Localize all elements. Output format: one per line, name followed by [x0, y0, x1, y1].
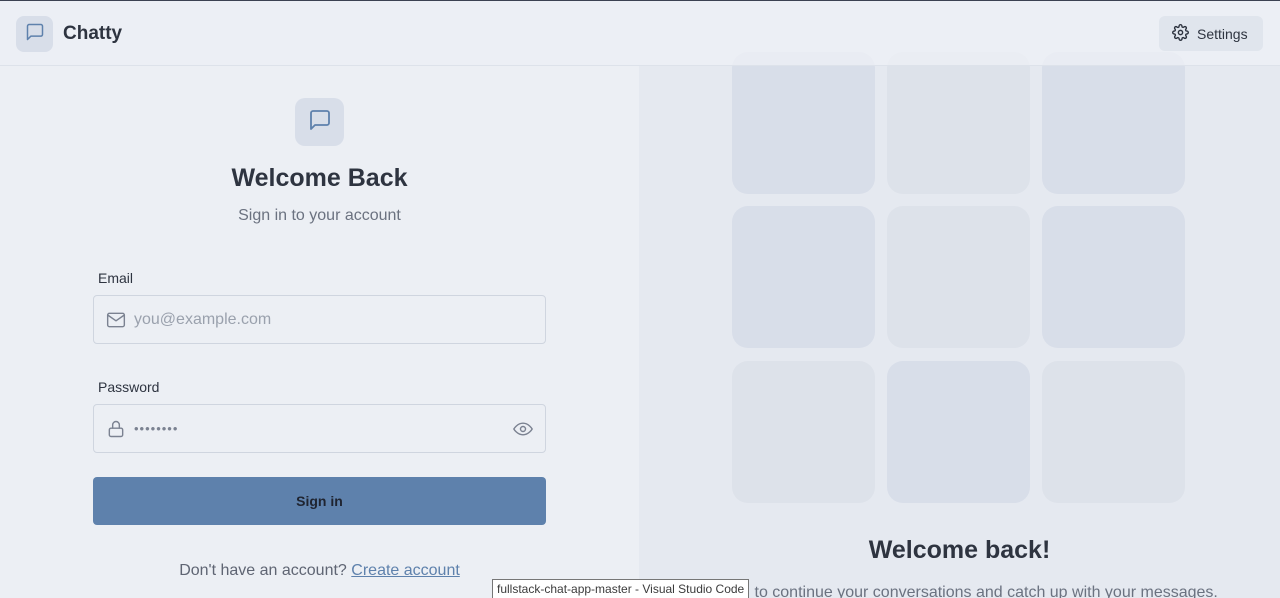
aside-title: Welcome back! [868, 536, 1051, 564]
top-navbar: Chatty Settings [0, 1, 1280, 66]
create-account-link[interactable]: Create account [351, 562, 460, 579]
email-label: Email [98, 270, 134, 286]
message-square-icon [308, 108, 332, 137]
welcome-aside: Welcome back! Sign in to continue your c… [639, 52, 1280, 598]
eye-icon[interactable] [512, 419, 534, 439]
password-input[interactable] [134, 405, 494, 452]
decorative-tile-grid [732, 52, 1185, 503]
signup-prompt-text: Don't have an account? [179, 562, 347, 579]
decorative-tile [887, 361, 1030, 503]
signup-prompt: Don't have an account? Create account [0, 562, 639, 580]
message-square-icon [25, 22, 45, 47]
password-field[interactable] [93, 404, 546, 453]
decorative-tile [1042, 361, 1185, 503]
email-input[interactable] [134, 296, 494, 343]
decorative-tile [887, 52, 1030, 194]
gear-icon [1172, 23, 1189, 44]
decorative-tile [732, 206, 875, 348]
password-label: Password [98, 379, 160, 395]
settings-label: Settings [1197, 25, 1248, 42]
page-subtitle: Sign in to your account [238, 207, 401, 224]
decorative-tile [1042, 52, 1185, 194]
window-tooltip: fullstack-chat-app-master - Visual Studi… [492, 579, 750, 598]
decorative-tile [732, 361, 875, 503]
app-logo[interactable] [16, 16, 53, 52]
sign-in-button[interactable]: Sign in [93, 477, 546, 525]
page-title: Welcome Back [231, 164, 408, 192]
app-name[interactable]: Chatty [63, 23, 122, 45]
login-logo [295, 98, 344, 146]
email-field[interactable] [93, 295, 546, 344]
settings-button[interactable]: Settings [1159, 16, 1263, 51]
decorative-tile [1042, 206, 1185, 348]
mail-icon [106, 310, 126, 330]
decorative-tile [732, 52, 875, 194]
login-panel: Welcome Back Sign in to your account Ema… [0, 66, 639, 598]
decorative-tile [887, 206, 1030, 348]
lock-icon [106, 419, 126, 439]
